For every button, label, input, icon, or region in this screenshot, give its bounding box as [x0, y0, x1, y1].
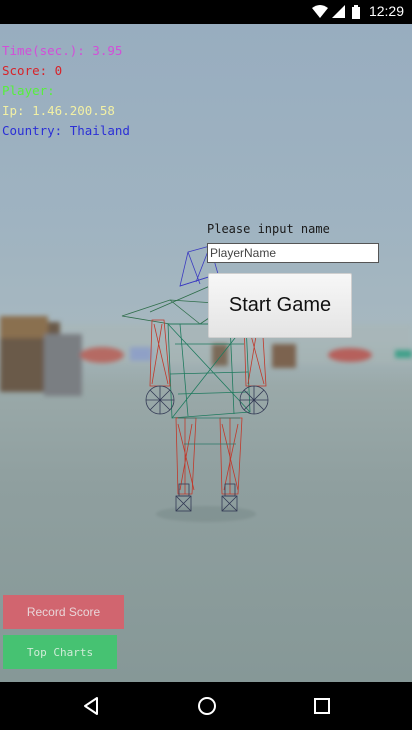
phone-screen: 12:29 Time(sec.): 3.95 Score: 0 Player: …	[0, 0, 412, 730]
game-viewport[interactable]: Time(sec.): 3.95 Score: 0 Player: Ip: 1.…	[0, 24, 412, 682]
nav-recent-apps-button[interactable]	[292, 682, 352, 730]
name-prompt-label: Please input name	[207, 222, 330, 236]
signal-icon	[332, 5, 345, 18]
player-name-input[interactable]	[207, 243, 379, 263]
hud-player-label: Player:	[2, 83, 55, 98]
status-time: 12:29	[368, 3, 404, 19]
home-icon	[198, 697, 216, 715]
nav-home-button[interactable]	[177, 682, 237, 730]
hud-ip-readout: Ip: 1.46.200.58	[2, 103, 115, 118]
top-charts-button[interactable]: Top Charts	[3, 635, 117, 669]
record-score-button[interactable]: Record Score	[3, 595, 124, 629]
hud-country-readout: Country: Thailand	[2, 123, 130, 138]
recent-apps-icon	[314, 698, 330, 714]
battery-icon	[352, 5, 360, 19]
status-bar: 12:29	[0, 0, 412, 24]
start-game-button[interactable]: Start Game	[208, 273, 352, 338]
wifi-icon	[312, 5, 328, 18]
hud-time-readout: Time(sec.): 3.95	[2, 43, 123, 58]
nav-back-button[interactable]	[61, 682, 121, 730]
navigation-bar	[0, 682, 412, 730]
hud-score-readout: Score: 0	[2, 63, 63, 78]
back-icon	[84, 697, 98, 715]
